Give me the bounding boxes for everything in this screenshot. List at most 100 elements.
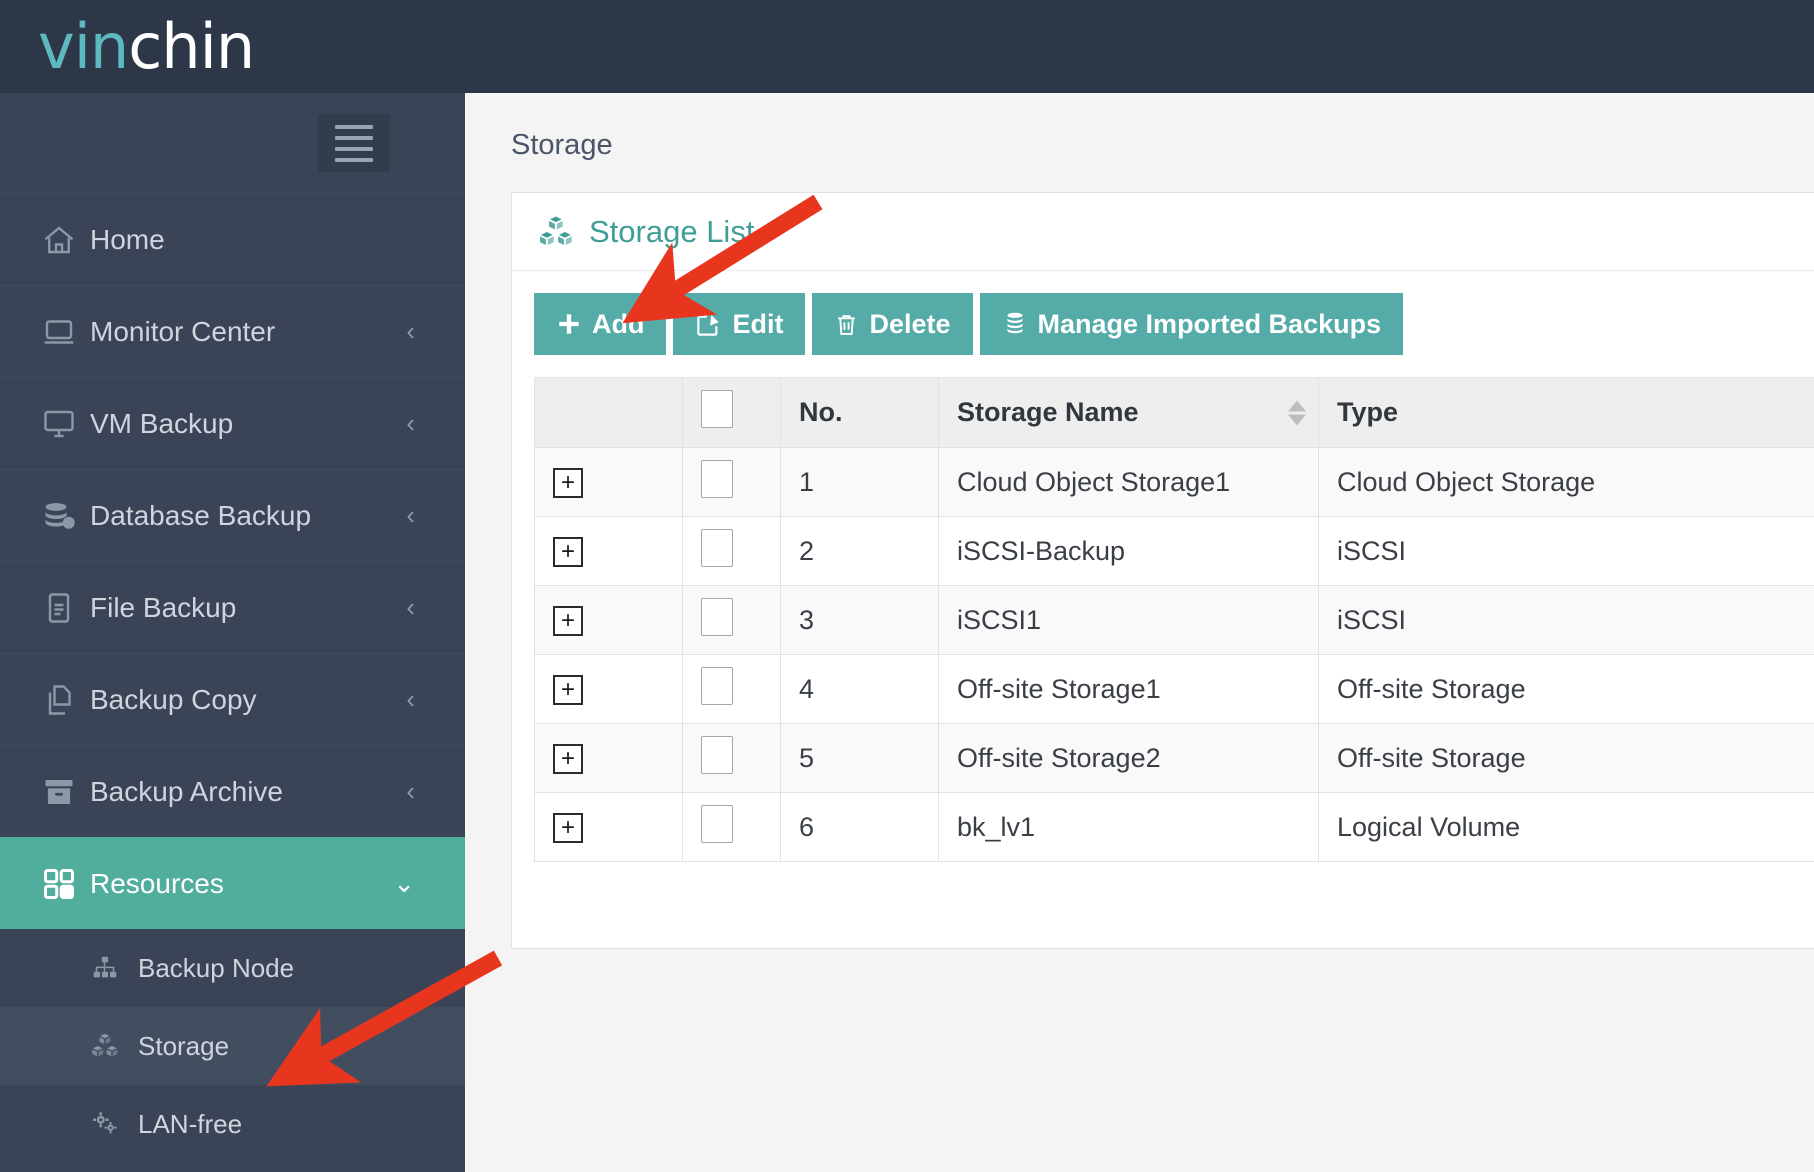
storage-table: No. Storage Name Type + 1 Cloud Object S…: [534, 377, 1814, 862]
row-checkbox[interactable]: [701, 735, 733, 774]
trash-icon: [834, 312, 859, 337]
storage-list-panel: Storage List Add Edit Delete Manage Impo…: [511, 192, 1814, 949]
column-header-type[interactable]: Type: [1318, 377, 1814, 448]
panel-title: Storage List: [589, 213, 755, 249]
chevron-left-icon: ‹: [406, 408, 415, 438]
row-checkbox[interactable]: [701, 528, 733, 567]
database-icon: [28, 498, 90, 534]
sidebar-item-vm-backup[interactable]: VM Backup ‹: [0, 377, 465, 469]
column-header-select-all: [682, 377, 781, 448]
row-checkbox[interactable]: [701, 597, 733, 636]
cell-storage-name: iSCSI1: [938, 585, 1319, 655]
file-text-icon: [28, 590, 90, 626]
copy-files-icon: [28, 682, 90, 718]
select-all-checkbox[interactable]: [701, 390, 733, 428]
column-header-storage-name[interactable]: Storage Name: [938, 377, 1319, 448]
table-row[interactable]: +5 Off-site Storage2 Off-site Storage: [534, 723, 1814, 793]
row-select-cell: [682, 447, 781, 517]
edit-button-label: Edit: [732, 308, 784, 339]
row-expand-cell: +: [534, 585, 683, 655]
row-checkbox[interactable]: [701, 459, 733, 498]
cell-type: Off-site Storage: [1318, 723, 1814, 793]
archive-box-icon: [28, 774, 90, 810]
chevron-left-icon: ‹: [406, 684, 415, 714]
hamburger-line: [335, 124, 373, 129]
breadcrumb: Storage: [511, 129, 613, 161]
sidebar-item-home[interactable]: Home: [0, 193, 465, 285]
chevron-left-icon: ‹: [406, 316, 415, 346]
expand-row-icon[interactable]: +: [553, 813, 583, 843]
hamburger-line: [335, 146, 373, 151]
table-body: +1 Cloud Object Storage1 Cloud Object Stor…: [534, 447, 1814, 862]
cogs-icon: [90, 1109, 138, 1139]
sidebar-item-database-backup[interactable]: Database Backup ‹: [0, 469, 465, 561]
table-row[interactable]: +2 iSCSI-Backup iSCSI: [534, 516, 1814, 586]
table-row[interactable]: +4 Off-site Storage1 Off-site Storage: [534, 654, 1814, 724]
row-select-cell: [682, 654, 781, 724]
add-button[interactable]: Add: [534, 293, 667, 355]
expand-row-icon[interactable]: +: [553, 744, 583, 774]
hamburger-line: [335, 157, 373, 162]
expand-row-icon[interactable]: +: [553, 537, 583, 567]
brand-logo[interactable]: vinchin: [0, 15, 255, 78]
sidebar-item-resources[interactable]: Resources ⌄: [0, 837, 465, 929]
chevron-left-icon: ‹: [406, 592, 415, 622]
top-logo-bar: vinchin: [0, 0, 1814, 93]
sitemap-icon: [90, 953, 138, 983]
sidebar-item-label: Monitor Center: [90, 315, 276, 347]
cell-type: iSCSI: [1318, 585, 1814, 655]
row-expand-cell: +: [534, 723, 683, 793]
cell-type: Cloud Object Storage: [1318, 447, 1814, 517]
sidebar-item-storage[interactable]: Storage: [0, 1007, 465, 1085]
cell-type: Off-site Storage: [1318, 654, 1814, 724]
row-expand-cell: +: [534, 447, 683, 517]
cell-storage-name: Cloud Object Storage1: [938, 447, 1319, 517]
column-header-storage-name-label: Storage Name: [957, 397, 1139, 427]
application-window: vinchin Home Monitor Center ‹ VM Backup …: [0, 0, 1814, 1172]
sidebar-item-file-backup[interactable]: File Backup ‹: [0, 561, 465, 653]
expand-row-icon[interactable]: +: [553, 468, 583, 498]
row-select-cell: [682, 792, 781, 862]
sidebar-item-lan-free[interactable]: LAN-free: [0, 1085, 465, 1163]
table-row[interactable]: +6 bk_lv1 Logical Volume: [534, 792, 1814, 862]
panel-header: Storage List: [512, 193, 1814, 271]
cell-type: Logical Volume: [1318, 792, 1814, 862]
delete-button[interactable]: Delete: [812, 293, 973, 355]
cubes-icon: [90, 1031, 138, 1061]
table-row[interactable]: +1 Cloud Object Storage1 Cloud Object Stor…: [534, 447, 1814, 517]
pencil-square-icon: [695, 311, 722, 338]
row-expand-cell: +: [534, 654, 683, 724]
cell-no: 4: [780, 654, 939, 724]
sidebar-item-backup-copy[interactable]: Backup Copy ‹: [0, 653, 465, 745]
hamburger-icon[interactable]: [318, 114, 390, 172]
sidebar-subitem-label: Storage: [138, 1030, 230, 1061]
sidebar-item-backup-archive[interactable]: Backup Archive ‹: [0, 745, 465, 837]
chevron-down-icon: ⌄: [393, 868, 415, 898]
table-row[interactable]: +3 iSCSI1 iSCSI: [534, 585, 1814, 655]
chevron-left-icon: ‹: [406, 776, 415, 806]
sidebar-item-monitor-center[interactable]: Monitor Center ‹: [0, 285, 465, 377]
sort-arrows-icon[interactable]: [1288, 400, 1306, 425]
cell-storage-name: bk_lv1: [938, 792, 1319, 862]
expand-row-icon[interactable]: +: [553, 675, 583, 705]
cell-no: 5: [780, 723, 939, 793]
chevron-left-icon: ‹: [406, 500, 415, 530]
sidebar-item-label: File Backup: [90, 591, 237, 623]
home-icon: [28, 222, 90, 258]
database-stack-icon: [1002, 311, 1028, 337]
column-header-type-label: Type: [1337, 397, 1399, 427]
cell-no: 6: [780, 792, 939, 862]
table-head: No. Storage Name Type: [534, 377, 1814, 448]
edit-button[interactable]: Edit: [673, 293, 806, 355]
add-button-label: Add: [592, 308, 645, 339]
cell-storage-name: Off-site Storage2: [938, 723, 1319, 793]
column-header-expand: [534, 377, 683, 448]
sidebar-item-backup-node[interactable]: Backup Node: [0, 929, 465, 1007]
brand-logo-part2: chin: [128, 9, 255, 83]
manage-imported-backups-button[interactable]: Manage Imported Backups: [979, 293, 1404, 355]
row-checkbox[interactable]: [701, 666, 733, 705]
expand-row-icon[interactable]: +: [553, 606, 583, 636]
sidebar-toggle-area: [0, 93, 465, 193]
storage-table-wrapper: No. Storage Name Type + 1 Cloud Object S…: [512, 355, 1814, 862]
row-checkbox[interactable]: [701, 804, 733, 843]
